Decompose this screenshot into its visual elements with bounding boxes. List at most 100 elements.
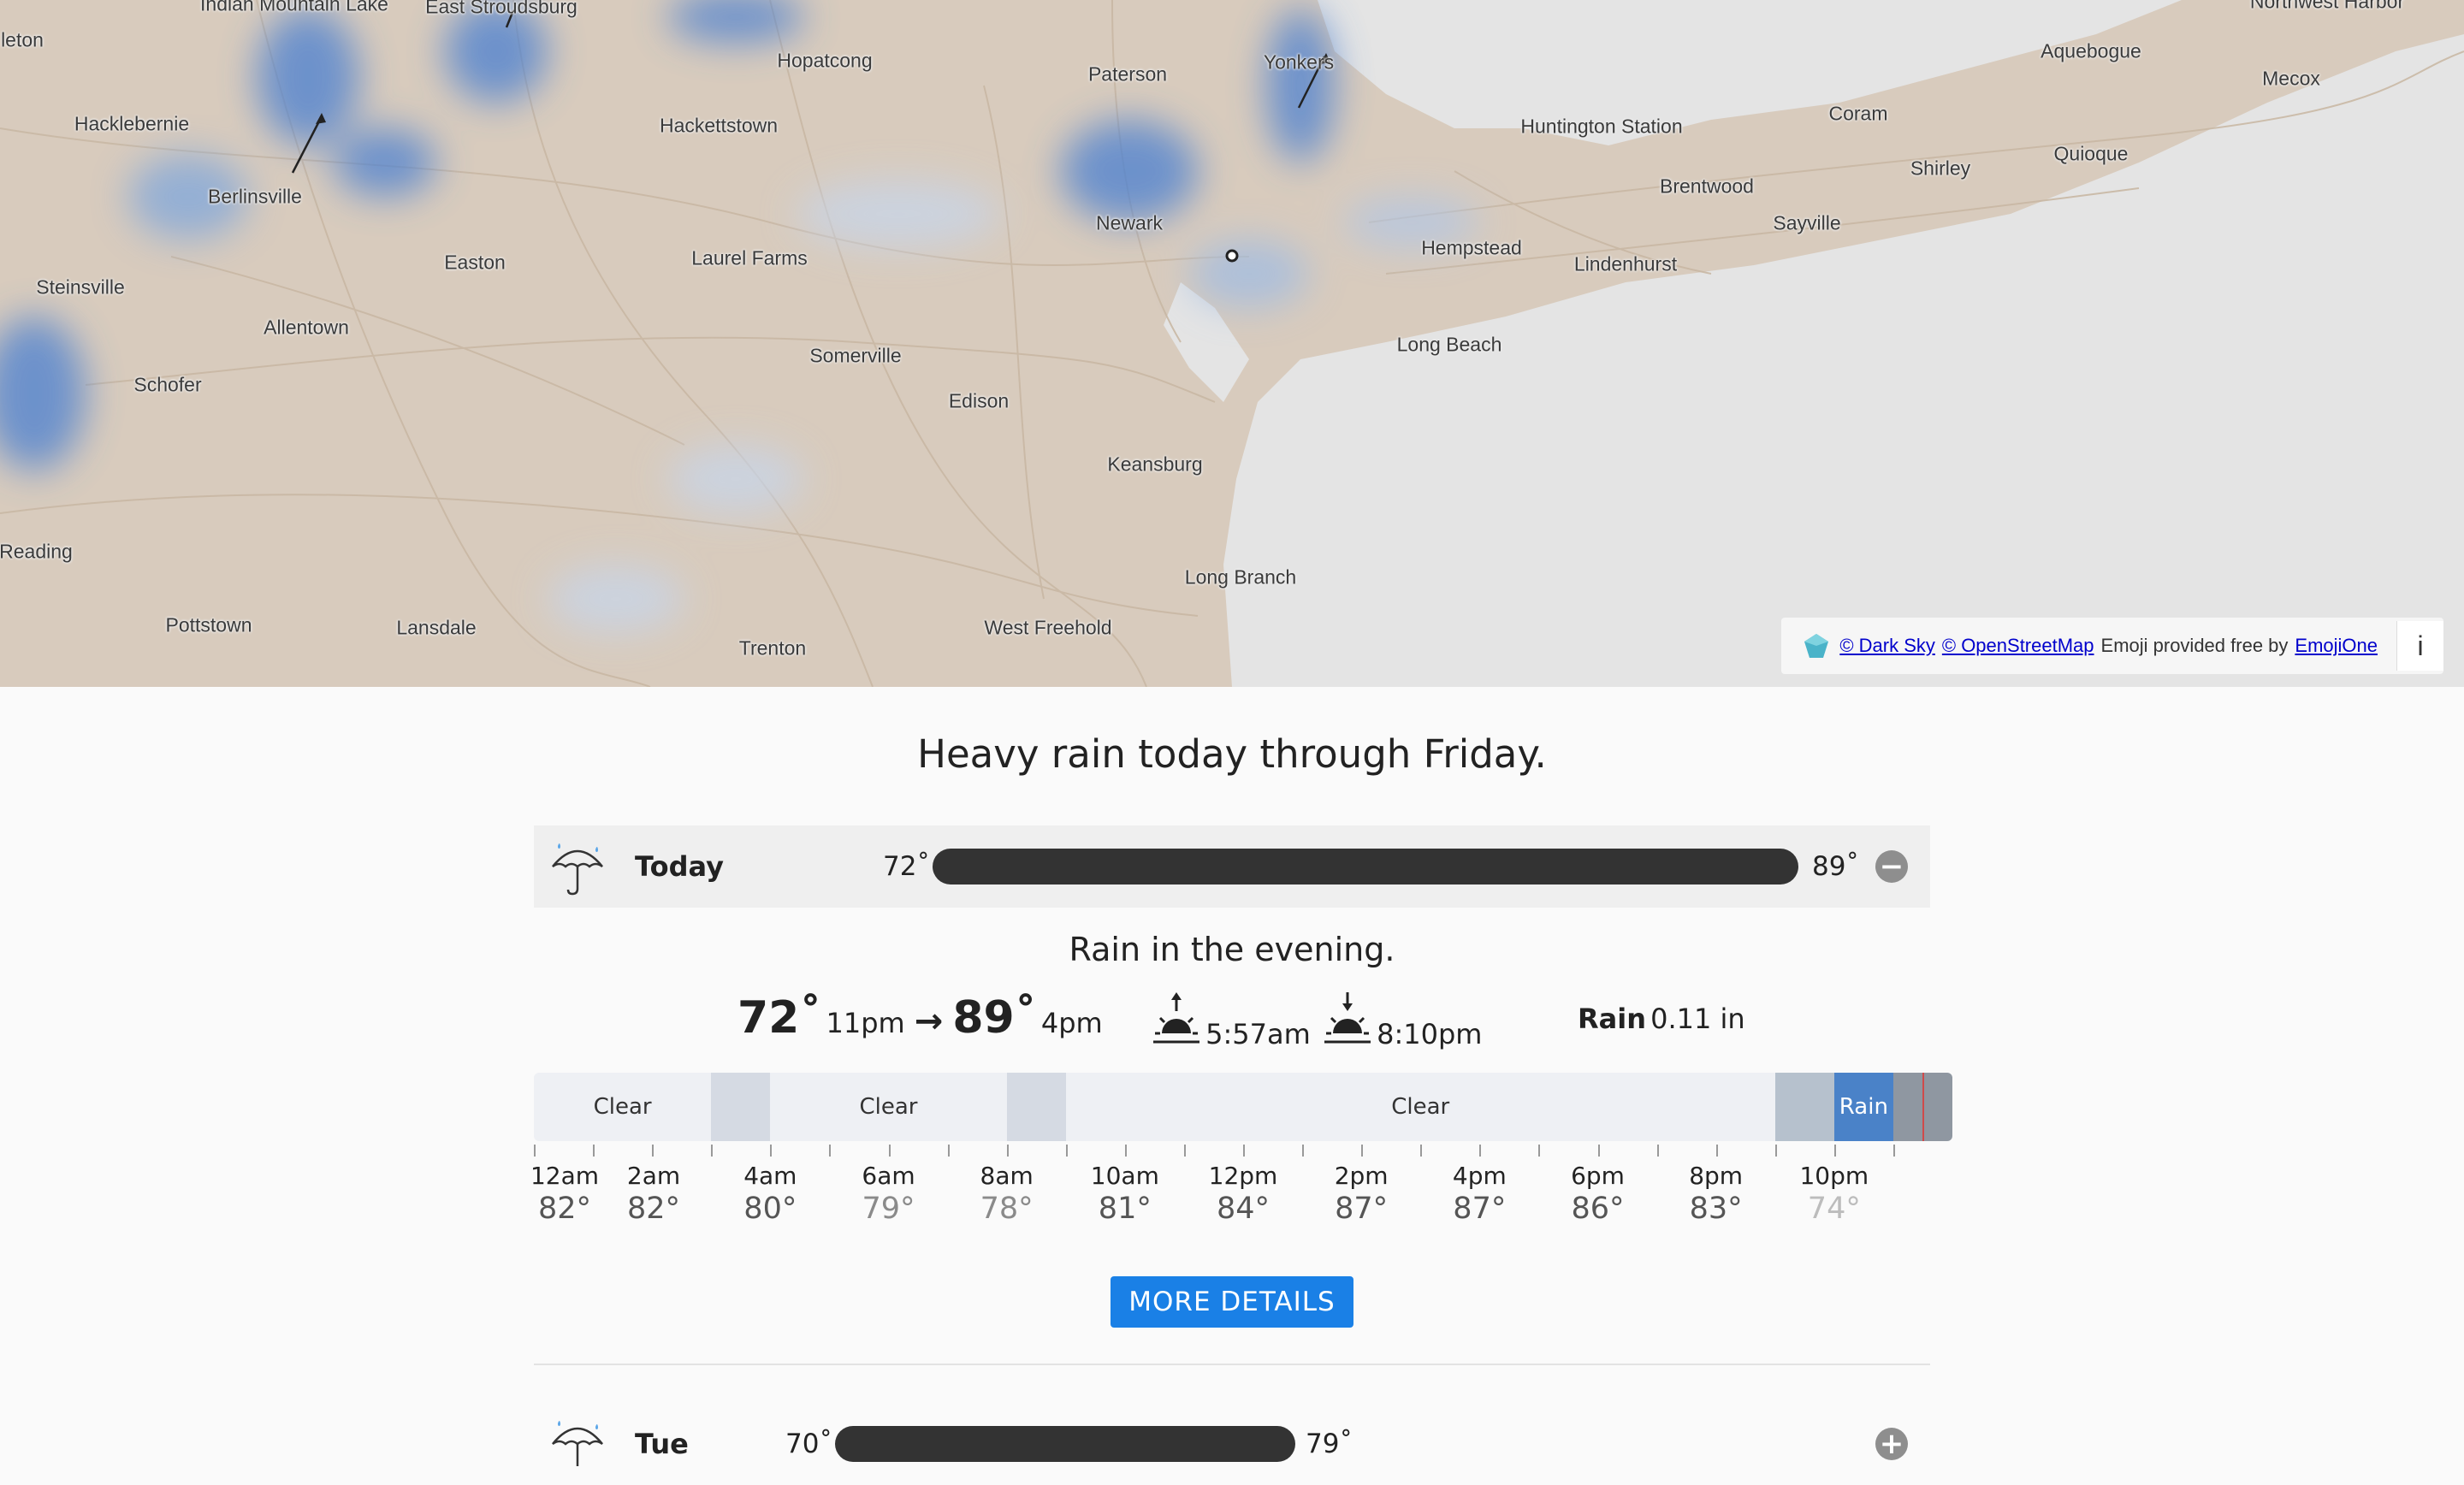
dark-sky-link[interactable]: © Dark Sky bbox=[1839, 635, 1935, 657]
place-label: Allentown bbox=[264, 316, 349, 339]
hour-temp: 74° bbox=[1807, 1192, 1861, 1226]
place-label: West Freehold bbox=[984, 616, 1112, 639]
hour-item: 2am 82° bbox=[602, 1162, 705, 1226]
hour-item: 8pm 83° bbox=[1665, 1162, 1768, 1226]
place-label: Schofer bbox=[133, 373, 202, 396]
day-label: Tue bbox=[635, 1428, 689, 1460]
place-label: East Stroudsburg bbox=[425, 0, 578, 18]
hour-item: 2pm 87° bbox=[1310, 1162, 1413, 1226]
tick-mark bbox=[1892, 1145, 1895, 1157]
timeline-segment[interactable]: Clear bbox=[534, 1073, 712, 1141]
map-attribution: © Dark Sky © OpenStreetMap Emoji provide… bbox=[1781, 618, 2443, 674]
openstreetmap-link[interactable]: © OpenStreetMap bbox=[1942, 635, 2094, 657]
map-info-button[interactable]: i bbox=[2396, 621, 2443, 671]
hour-item: 4am 80° bbox=[719, 1162, 821, 1226]
place-label: Laurel Farms bbox=[691, 246, 808, 269]
hour-time: 8am bbox=[980, 1162, 1034, 1190]
sunset-icon bbox=[1324, 992, 1371, 1044]
sunrise-icon bbox=[1153, 992, 1199, 1044]
place-label: Indian Mountain Lake bbox=[200, 0, 388, 15]
hour-time: 4am bbox=[743, 1162, 797, 1190]
place-label: Paterson bbox=[1087, 62, 1168, 86]
day-low-temp: 70˚ bbox=[785, 1429, 832, 1459]
tick-mark bbox=[770, 1145, 773, 1157]
day-high-temp: 89˚ bbox=[1812, 851, 1859, 882]
place-label: Pottstown bbox=[165, 613, 252, 636]
hour-temp: 84° bbox=[1216, 1192, 1270, 1226]
emoji-credit-text: Emoji provided free by bbox=[2100, 635, 2289, 656]
tick-mark bbox=[1715, 1145, 1718, 1157]
hour-temp: 81° bbox=[1098, 1192, 1152, 1226]
umbrella-rain-icon bbox=[552, 843, 603, 896]
emojione-link[interactable]: EmojiOne bbox=[2295, 635, 2378, 657]
low-temp: 72˚ bbox=[737, 992, 822, 1044]
tick-mark bbox=[652, 1145, 654, 1157]
place-label: Long Beach bbox=[1396, 333, 1502, 356]
more-details-button[interactable]: MORE DETAILS bbox=[1111, 1276, 1353, 1328]
timeline-segment[interactable]: Rain bbox=[1833, 1073, 1893, 1141]
current-time-marker bbox=[1922, 1073, 1925, 1141]
place-label: Hopatcong bbox=[777, 49, 873, 72]
expand-icon[interactable]: + bbox=[1875, 1428, 1908, 1460]
place-label: Mecox bbox=[2262, 67, 2320, 90]
tick-mark bbox=[1833, 1145, 1836, 1157]
divider bbox=[534, 1364, 1930, 1365]
high-temp-time: 4pm bbox=[1040, 1007, 1103, 1039]
precip-label: Rain bbox=[1578, 1003, 1646, 1035]
hour-item: 8am 78° bbox=[956, 1162, 1058, 1226]
hour-temp: 83° bbox=[1689, 1192, 1743, 1226]
day-stats: 72˚ 11pm → 89˚ 4pm 5:57am 8:10pm Rain 0.… bbox=[0, 992, 2464, 1052]
tick-mark bbox=[1420, 1145, 1423, 1157]
place-label: Brentwood bbox=[1660, 175, 1754, 198]
tick-mark bbox=[1006, 1145, 1009, 1157]
hour-time: 4pm bbox=[1452, 1162, 1507, 1190]
hour-item: 12am 82° bbox=[513, 1162, 616, 1226]
hour-temp: 80° bbox=[743, 1192, 797, 1226]
day-summary: Rain in the evening. bbox=[1069, 931, 1395, 968]
hour-item: 12pm 84° bbox=[1192, 1162, 1294, 1226]
sunrise-time: 5:57am bbox=[1205, 1018, 1311, 1050]
place-label: Sayville bbox=[1773, 211, 1841, 234]
hour-temp: 82° bbox=[626, 1192, 681, 1226]
tick-mark bbox=[1065, 1145, 1068, 1157]
tick-mark bbox=[1538, 1145, 1541, 1157]
place-label: Yonkers bbox=[1263, 50, 1335, 74]
place-label: Hacklebernie bbox=[74, 112, 190, 135]
day-row-tue[interactable]: Tue 70˚ 79˚ + bbox=[534, 1403, 1930, 1485]
tick-mark bbox=[1183, 1145, 1186, 1157]
timeline-segment[interactable]: Clear bbox=[770, 1073, 1007, 1141]
place-label: Lindenhurst bbox=[1573, 252, 1678, 275]
place-label: Reading bbox=[0, 540, 73, 563]
tick-mark bbox=[1774, 1145, 1777, 1157]
place-label: Huntington Station bbox=[1520, 115, 1683, 138]
place-label: Long Branch bbox=[1184, 565, 1297, 589]
hourly-timeline[interactable]: Clear Clear Clear Rain bbox=[534, 1073, 1952, 1141]
hour-item: 4pm 87° bbox=[1428, 1162, 1531, 1226]
place-label: Lansdale bbox=[396, 616, 477, 639]
day-row-today[interactable]: Today 72˚ 89˚ − bbox=[534, 825, 1930, 908]
hour-time: 10pm bbox=[1799, 1162, 1869, 1190]
place-label: leton bbox=[1, 28, 44, 51]
hour-time: 10am bbox=[1090, 1162, 1159, 1190]
collapse-icon[interactable]: − bbox=[1875, 850, 1908, 883]
place-label: Hempstead bbox=[1421, 236, 1522, 259]
tick-mark bbox=[947, 1145, 950, 1157]
timeline-segment[interactable]: Clear bbox=[1065, 1073, 1775, 1141]
place-label: Hackettstown bbox=[659, 114, 779, 137]
timeline-segment[interactable] bbox=[711, 1073, 771, 1141]
timeline-segment[interactable] bbox=[1774, 1073, 1834, 1141]
day-low-temp: 72˚ bbox=[883, 851, 930, 882]
place-label: Trenton bbox=[738, 636, 807, 660]
temp-range-bar bbox=[933, 849, 1798, 884]
sunset-time: 8:10pm bbox=[1377, 1018, 1483, 1050]
place-label: Quioque bbox=[2053, 142, 2129, 165]
low-temp-time: 11pm bbox=[826, 1007, 905, 1039]
timeline-segment[interactable] bbox=[1006, 1073, 1066, 1141]
tick-mark bbox=[534, 1145, 536, 1157]
tick-mark bbox=[1479, 1145, 1482, 1157]
umbrella-rain-icon bbox=[552, 1421, 603, 1466]
hour-temp: 82° bbox=[537, 1192, 592, 1226]
place-label: Berlinsville bbox=[208, 185, 302, 208]
radar-map[interactable]: Indian Mountain Lake East Stroudsburg leto… bbox=[0, 0, 2464, 687]
tick-mark bbox=[1302, 1145, 1305, 1157]
